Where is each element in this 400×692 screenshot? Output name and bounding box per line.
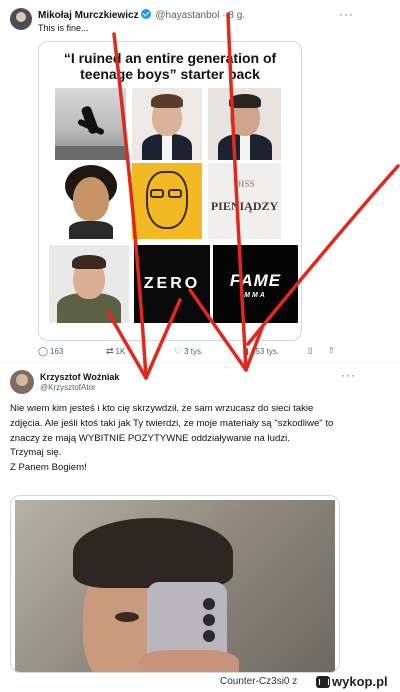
like-count: 3 tys. bbox=[184, 347, 204, 356]
title-line-1: “I ruined an entire generation of bbox=[63, 50, 277, 66]
retweet-button[interactable]: ⇄ 1K bbox=[106, 346, 125, 357]
diss-label: DISS bbox=[234, 179, 255, 189]
author-avatar[interactable] bbox=[10, 8, 32, 30]
fame-mma-logo: FAME MMA bbox=[213, 245, 298, 323]
reply-button[interactable]: ◯ 163 bbox=[38, 346, 63, 357]
reply-tweet-text: Nie wiem kim jesteś i kto cię skrzywdził… bbox=[10, 402, 340, 476]
quoted-tweet: Mikołaj Murczkiewicz @hayastanbol · 8 g.… bbox=[0, 0, 400, 360]
reply-paragraph-1: Nie wiem kim jesteś i kto cię skrzywdził… bbox=[10, 403, 334, 444]
uploader-name: Counter-Cz3si0 z bbox=[220, 676, 298, 687]
retweet-count: 1K bbox=[115, 347, 126, 356]
reply-paragraph-3: Z Panem Bogiem! bbox=[10, 462, 87, 474]
watermark-footer: Counter-Cz3si0 z wykop.pl bbox=[0, 673, 400, 692]
wykop-brand: wykop.pl bbox=[316, 674, 388, 689]
mma-logo-text: MMA bbox=[244, 292, 267, 299]
portrait-young-man bbox=[49, 245, 129, 323]
author-handle[interactable]: @hayastanbol bbox=[155, 10, 219, 21]
zero-logo: ZERO bbox=[134, 245, 210, 323]
fame-logo-text: FAME bbox=[229, 271, 282, 290]
tweet-actions: ◯ 163 ⇄ 1K ♡ 3 tys. ▮ 153 tys. ▯ ⇧ bbox=[38, 346, 338, 360]
retweet-icon: ⇄ bbox=[106, 346, 114, 356]
portrait-man-suit-2 bbox=[208, 88, 281, 160]
reply-count: 163 bbox=[50, 347, 64, 356]
reply-author-name[interactable]: Krzysztof Woźniak bbox=[40, 372, 119, 382]
reply-paragraph-2: Trzymaj się. bbox=[10, 447, 62, 459]
like-button[interactable]: ♡ 3 tys. bbox=[174, 346, 203, 357]
verified-badge-icon bbox=[140, 9, 151, 19]
author-row: Mikołaj Murczkiewicz @hayastanbol · 8 g. bbox=[38, 9, 245, 21]
title-line-2: teenage boys” starter pack bbox=[80, 66, 260, 82]
share-icon[interactable]: ⇧ bbox=[328, 346, 335, 355]
tweet-text: This is fine... bbox=[38, 23, 89, 33]
heart-icon: ♡ bbox=[174, 346, 183, 356]
cartoon-avatar bbox=[55, 163, 126, 239]
starter-pack-title: “I ruined an entire generation of teenag… bbox=[39, 50, 301, 82]
cartoon-glasses-face bbox=[132, 163, 202, 239]
views-count: 153 tys. bbox=[250, 347, 279, 356]
zero-logo-text: ZERO bbox=[143, 275, 201, 292]
bookmark-icon[interactable]: ▯ bbox=[308, 346, 312, 355]
tweet-divider bbox=[0, 362, 400, 363]
pieniadzy-label: PIENIĄDZY bbox=[210, 199, 279, 213]
reply-more-options-icon[interactable]: ··· bbox=[341, 368, 356, 382]
reply-icon: ◯ bbox=[38, 346, 49, 356]
author-name[interactable]: Mikołaj Murczkiewicz bbox=[38, 10, 139, 21]
reply-photo[interactable] bbox=[10, 495, 340, 673]
starter-pack-image[interactable]: “I ruined an entire generation of teenag… bbox=[38, 41, 302, 341]
tweet-time[interactable]: · 8 g. bbox=[222, 10, 245, 21]
views-icon: ▮ bbox=[244, 346, 249, 356]
mirror-selfie-image bbox=[15, 500, 335, 672]
portrait-man-suit-1 bbox=[132, 88, 202, 160]
reply-author-avatar[interactable] bbox=[10, 370, 34, 394]
wykop-logo-icon bbox=[316, 676, 330, 688]
views-button[interactable]: ▮ 153 tys. bbox=[244, 346, 279, 357]
breakdance-photo bbox=[55, 88, 126, 160]
reply-author-handle[interactable]: @KrzysztofAtor bbox=[40, 383, 96, 392]
more-options-icon[interactable]: ··· bbox=[339, 7, 354, 21]
diss-pieniadzy-logo: DISS PIENIĄDZY bbox=[208, 163, 281, 239]
